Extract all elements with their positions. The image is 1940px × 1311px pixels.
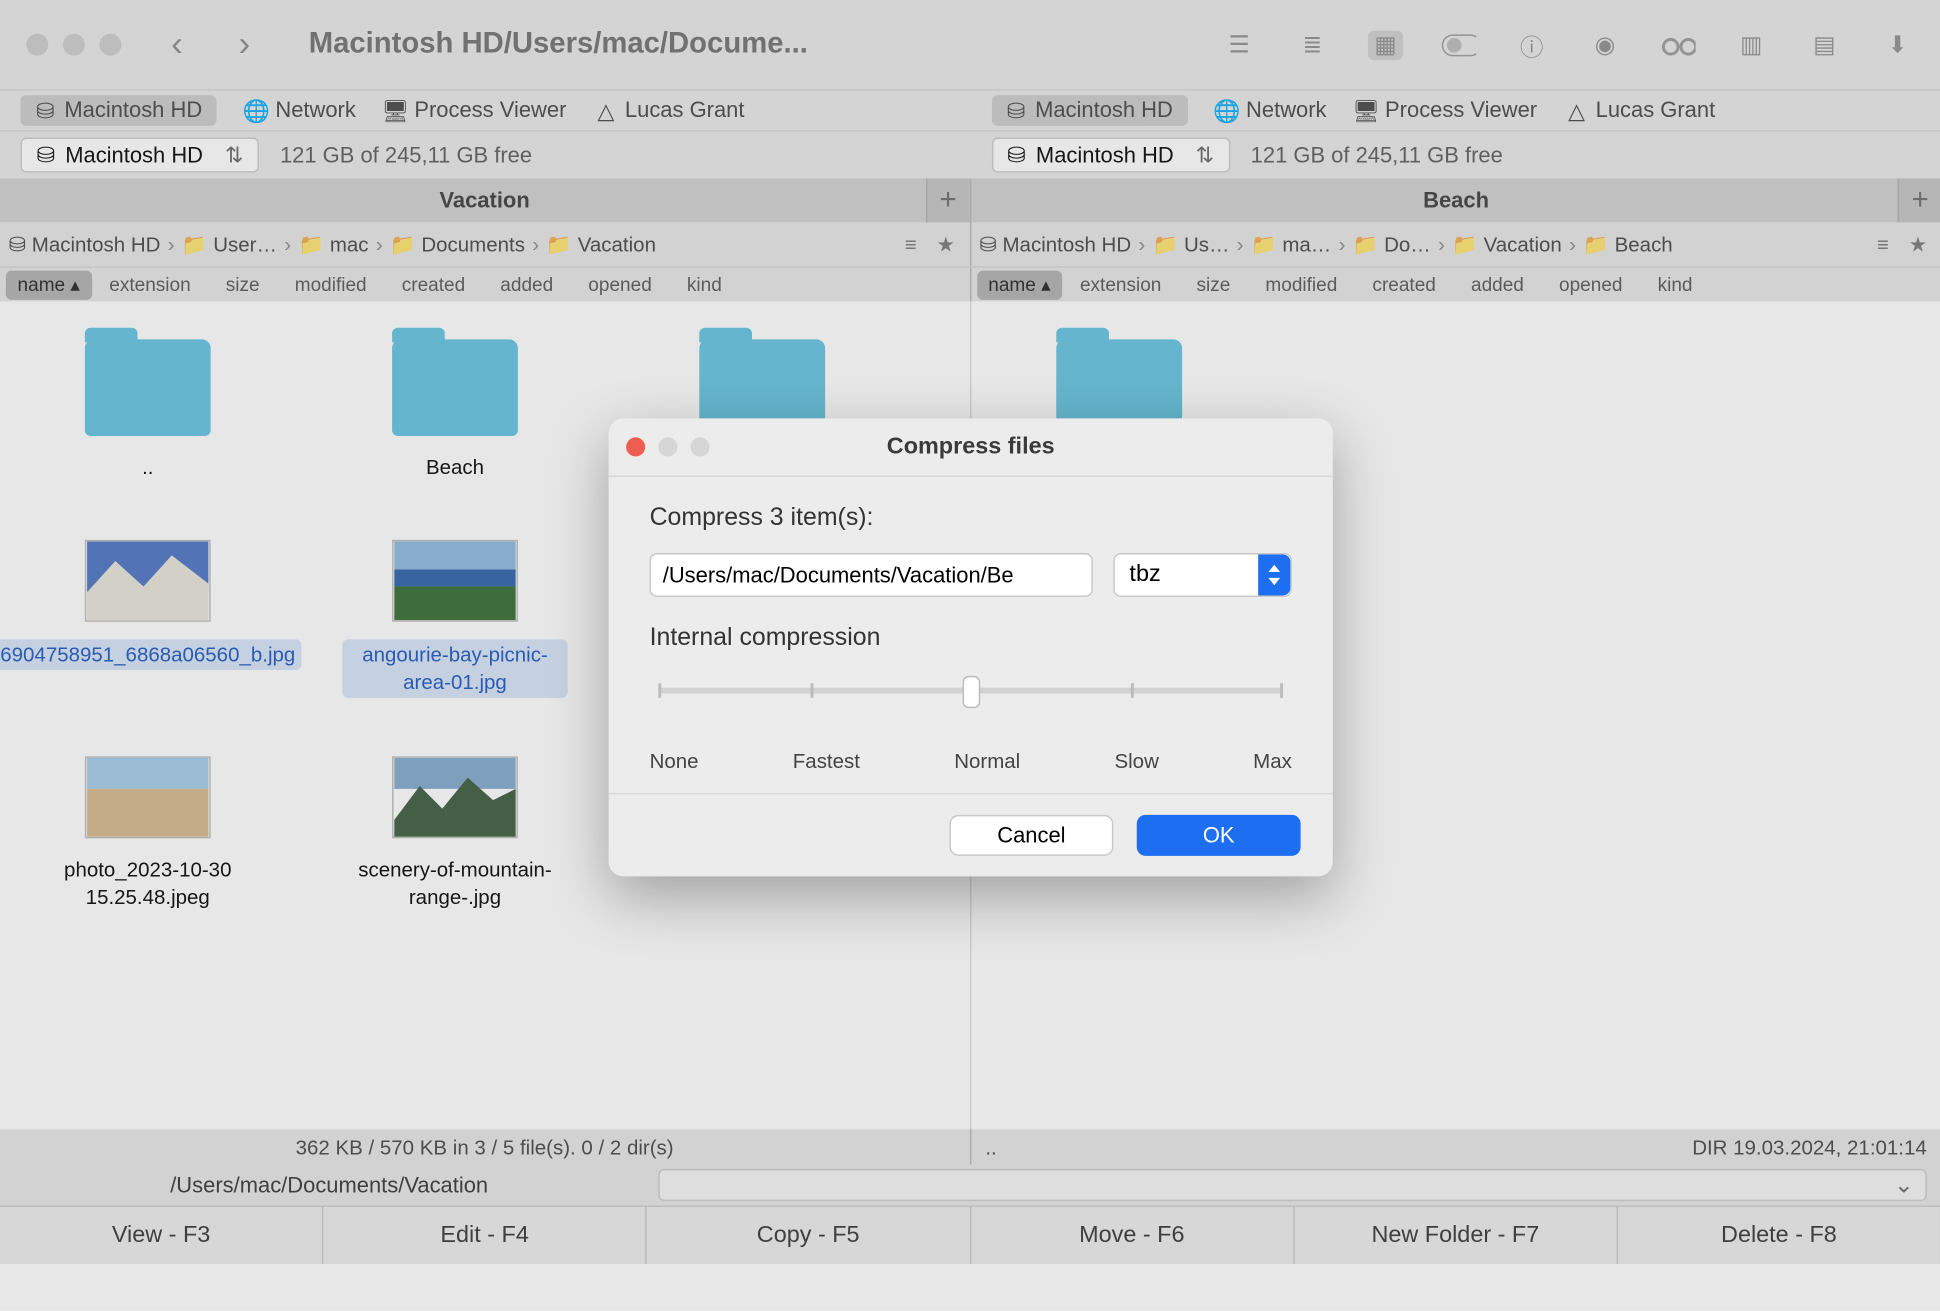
- slider-labels: None Fastest Normal Slow Max: [650, 749, 1292, 778]
- ok-button[interactable]: OK: [1137, 815, 1301, 856]
- cancel-button[interactable]: Cancel: [949, 815, 1113, 856]
- format-value: tbz: [1129, 562, 1160, 588]
- dialog-minimize-icon: [658, 437, 677, 456]
- slider-label-max: Max: [1253, 749, 1292, 772]
- compress-dialog: Compress files Compress 3 item(s): /User…: [609, 418, 1333, 876]
- archive-path-text: /Users/mac/Documents/Vacation/Be: [663, 563, 1014, 588]
- slider-label-none: None: [650, 749, 699, 772]
- dialog-title: Compress files: [887, 434, 1055, 460]
- dialog-close-icon[interactable]: [626, 437, 645, 456]
- slider-label-fastest: Fastest: [793, 749, 860, 772]
- compress-count-label: Compress 3 item(s):: [650, 503, 1292, 532]
- compression-slider[interactable]: [650, 673, 1292, 737]
- dialog-zoom-icon: [691, 437, 710, 456]
- archive-path-input[interactable]: /Users/mac/Documents/Vacation/Be: [650, 553, 1093, 597]
- dialog-titlebar: Compress files: [609, 418, 1333, 477]
- chevron-updown-icon: [1258, 554, 1290, 595]
- slider-label-slow: Slow: [1114, 749, 1158, 772]
- slider-label-normal: Normal: [954, 749, 1020, 772]
- internal-compression-label: Internal compression: [650, 623, 1292, 652]
- format-select[interactable]: tbz: [1113, 553, 1291, 597]
- slider-knob[interactable]: [962, 676, 980, 708]
